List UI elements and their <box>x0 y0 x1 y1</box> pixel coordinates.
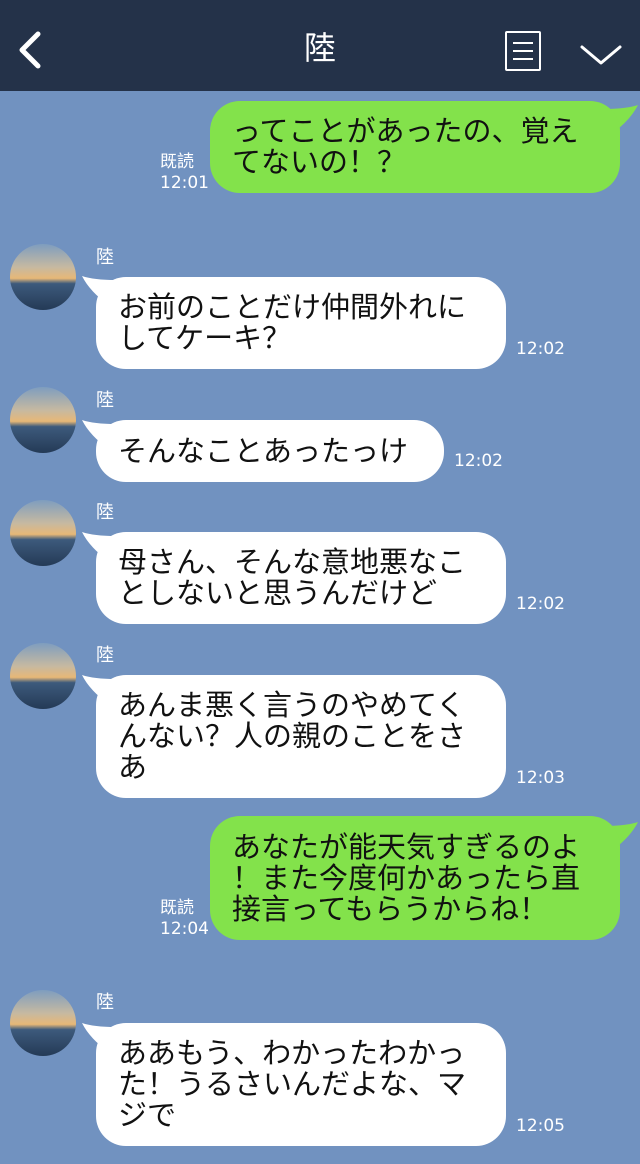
message-bubble-outgoing[interactable]: ってことがあったの、覚え てないの！？ <box>210 101 620 193</box>
sender-name: 陸 <box>96 645 114 666</box>
read-receipt: 既読 12:04 <box>160 898 209 940</box>
message-time: 12:02 <box>516 339 565 359</box>
message-time: 12:02 <box>454 451 503 471</box>
sender-name: 陸 <box>96 247 114 268</box>
message-time: 12:04 <box>160 919 209 939</box>
chat-header: 陸 <box>0 0 640 91</box>
message-time: 12:03 <box>516 768 565 788</box>
sender-name: 陸 <box>96 390 114 411</box>
message-bubble-outgoing[interactable]: あなたが能天気すぎるのよ ！また今度何かあったら直 接言ってもらうからね！ <box>210 816 620 940</box>
read-receipt: 既読 12:01 <box>160 152 209 194</box>
avatar[interactable] <box>10 387 76 453</box>
message-time: 12:01 <box>160 173 209 193</box>
message-bubble-incoming[interactable]: あんま悪く言うのやめてく んない？人の親のことをさ あ <box>96 675 506 798</box>
message-time: 12:02 <box>516 594 565 614</box>
message-bubble-incoming[interactable]: お前のことだけ仲間外れに してケーキ？ <box>96 277 506 369</box>
chat-title: 陸 <box>303 29 336 67</box>
chevron-down-icon[interactable] <box>580 44 622 66</box>
message-time: 12:05 <box>516 1116 565 1136</box>
message-bubble-incoming[interactable]: 母さん、そんな意地悪なこ としないと思うんだけど <box>96 532 506 624</box>
avatar[interactable] <box>10 500 76 566</box>
note-icon[interactable] <box>505 31 541 71</box>
sender-name: 陸 <box>96 992 114 1013</box>
avatar[interactable] <box>10 990 76 1056</box>
read-label: 既読 <box>160 898 194 918</box>
avatar[interactable] <box>10 244 76 310</box>
sender-name: 陸 <box>96 502 114 523</box>
message-bubble-incoming[interactable]: そんなことあったっけ <box>96 420 444 482</box>
avatar[interactable] <box>10 643 76 709</box>
read-label: 既読 <box>160 152 194 172</box>
message-bubble-incoming[interactable]: ああもう、わかったわかっ た！うるさいんだよな、マ ジで <box>96 1023 506 1146</box>
